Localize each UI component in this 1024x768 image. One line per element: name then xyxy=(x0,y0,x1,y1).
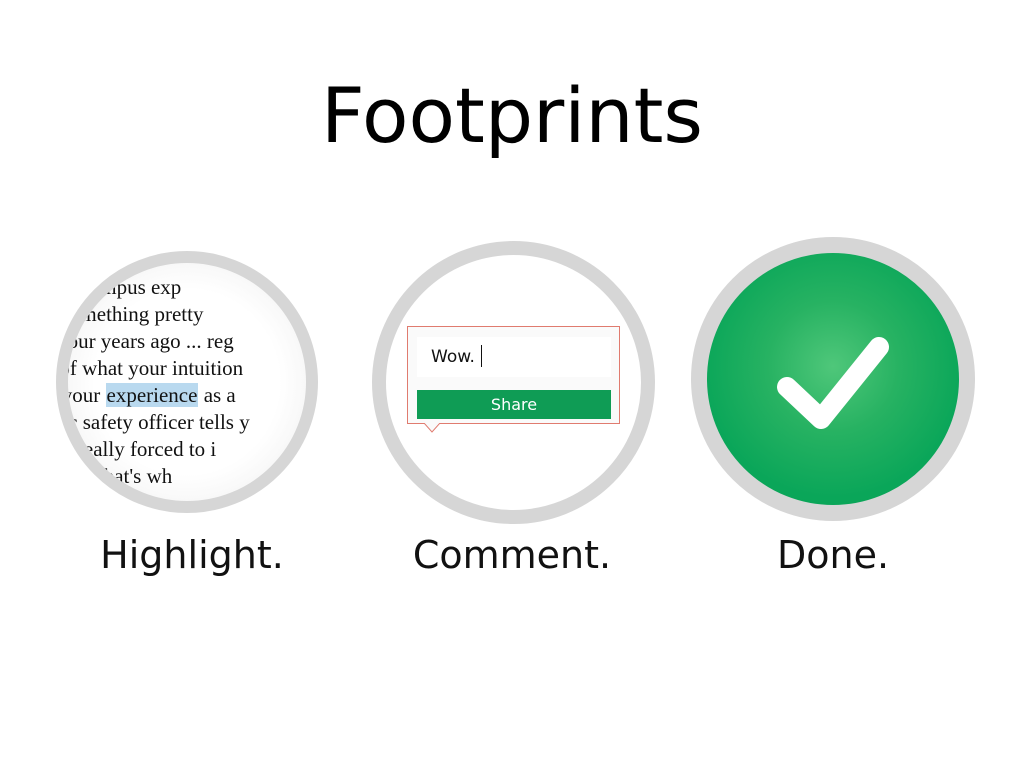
text-caret xyxy=(480,344,482,367)
page: Footprints this campus exp d something p… xyxy=(0,0,1024,768)
book-line-with-highlight: d your experience as a xyxy=(61,382,306,409)
app-title: Footprints xyxy=(321,71,703,160)
book-line-end: as a xyxy=(198,383,236,407)
step-label-comment: Comment. xyxy=(412,533,612,577)
step-label-highlight: Highlight. xyxy=(100,533,284,577)
book-line: are really forced to i xyxy=(56,437,217,461)
comment-input[interactable]: Wow. xyxy=(417,337,611,377)
book-line: blic safety officer tells y xyxy=(56,410,250,434)
book-line-start: d your xyxy=(61,383,101,407)
book-line: e four years ago ... reg xyxy=(56,329,234,353)
done-illustration xyxy=(691,237,975,521)
comment-text: Wow. xyxy=(431,347,475,367)
callout-tail-icon xyxy=(424,423,440,433)
book-line: s of what your intuition xyxy=(56,356,244,380)
highlight-illustration: this campus exp d something pretty e fou… xyxy=(56,251,318,513)
book-line: this campus exp xyxy=(56,275,182,299)
book-text-excerpt: this campus exp d something pretty e fou… xyxy=(56,274,306,490)
comment-popup: Wow. Share xyxy=(407,326,620,433)
step-label-done: Done. xyxy=(776,533,890,577)
book-line: d something pretty xyxy=(56,302,204,326)
book-line: t, and that's wh xyxy=(56,464,173,488)
checkmark-icon xyxy=(777,337,889,429)
share-button[interactable]: Share xyxy=(417,390,611,419)
highlighted-word[interactable]: experience xyxy=(105,383,199,407)
